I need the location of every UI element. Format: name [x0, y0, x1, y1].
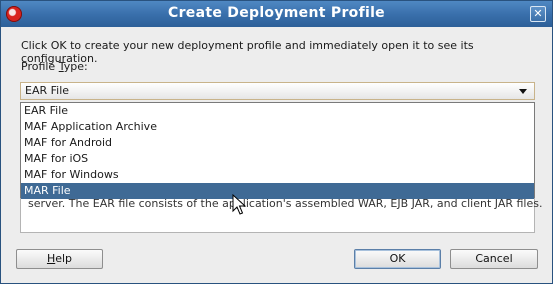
profile-type-dropdown-list[interactable]: EAR File MAF Application Archive MAF for…: [20, 102, 535, 199]
dialog-title: Create Deployment Profile: [168, 5, 385, 21]
profile-type-label-suffix: ype:: [63, 60, 88, 73]
ok-button[interactable]: OK: [354, 249, 441, 269]
dropdown-option-ear-file[interactable]: EAR File: [21, 103, 534, 119]
dropdown-option-maf-for-windows[interactable]: MAF for Windows: [21, 167, 534, 183]
create-deployment-profile-dialog: Create Deployment Profile ✕ Click OK to …: [0, 0, 553, 284]
instruction-text: Click OK to create your new deployment p…: [21, 39, 474, 65]
profile-type-combo[interactable]: EAR File: [20, 82, 535, 100]
dropdown-option-maf-for-ios[interactable]: MAF for iOS: [21, 151, 534, 167]
profile-type-label: Profile Type:: [21, 60, 88, 73]
help-button[interactable]: Help: [16, 249, 103, 269]
cancel-button[interactable]: Cancel: [450, 249, 538, 269]
dropdown-option-mar-file[interactable]: MAR File: [21, 183, 534, 199]
dropdown-option-maf-application-archive[interactable]: MAF Application Archive: [21, 119, 534, 135]
title-bar[interactable]: Create Deployment Profile ✕: [1, 1, 552, 27]
close-icon[interactable]: ✕: [530, 6, 546, 22]
help-button-mnemonic: H: [46, 252, 56, 265]
profile-type-selected-value: EAR File: [25, 84, 70, 97]
help-button-label: elp: [55, 252, 73, 265]
dropdown-option-maf-for-android[interactable]: MAF for Android: [21, 135, 534, 151]
profile-type-label-prefix: Profile: [21, 60, 59, 73]
mouse-cursor-icon: [232, 194, 246, 215]
chevron-down-icon[interactable]: [519, 89, 527, 94]
